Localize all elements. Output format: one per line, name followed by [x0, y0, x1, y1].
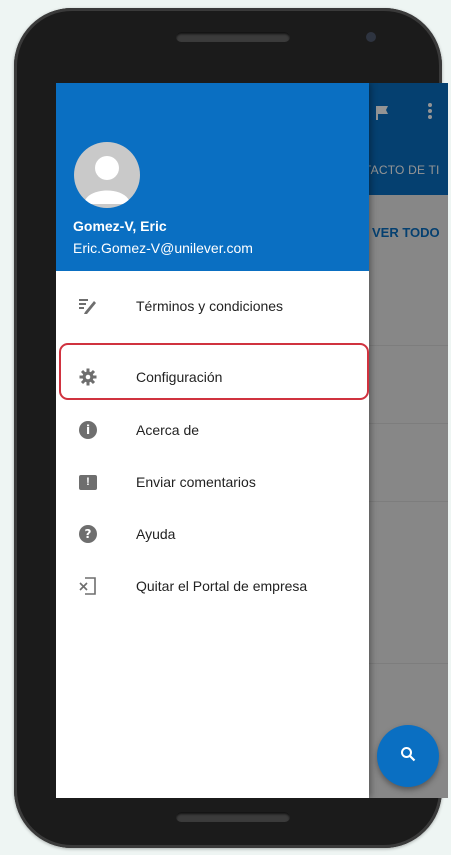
- drawer-item-label: Ayuda: [136, 526, 176, 542]
- feedback-icon: !: [78, 472, 98, 492]
- gear-icon: [78, 367, 98, 387]
- drawer-item-terms[interactable]: Términos y condiciones: [56, 283, 369, 329]
- avatar: [74, 142, 140, 208]
- drawer-item-label: Acerca de: [136, 422, 200, 438]
- front-camera: [366, 32, 376, 42]
- drawer-item-settings[interactable]: Configuración: [56, 354, 369, 400]
- phone-frame: TACTO DE TI VER TODO Gomez-V, Eric Eric.…: [14, 8, 448, 848]
- help-icon: ?: [78, 524, 98, 544]
- bottom-speaker: [176, 812, 290, 822]
- drawer-item-about[interactable]: i Acerca de: [56, 407, 369, 453]
- drawer-item-label: Configuración: [136, 369, 223, 385]
- earpiece-speaker: [176, 32, 290, 42]
- drawer-item-label: Enviar comentarios: [136, 474, 256, 490]
- remove-portal-icon: [78, 576, 98, 596]
- terms-edit-icon: [78, 296, 98, 316]
- user-email: Eric.Gomez-V@unilever.com: [73, 240, 253, 256]
- info-icon: i: [78, 420, 98, 440]
- drawer-item-feedback[interactable]: ! Enviar comentarios: [56, 459, 369, 505]
- drawer-item-remove-portal[interactable]: Quitar el Portal de empresa: [56, 563, 369, 609]
- drawer-item-label: Quitar el Portal de empresa: [136, 578, 308, 594]
- drawer-header: Gomez-V, Eric Eric.Gomez-V@unilever.com: [56, 83, 369, 271]
- search-fab-button[interactable]: [377, 725, 439, 787]
- search-icon: [400, 746, 416, 767]
- drawer-item-help[interactable]: ? Ayuda: [56, 511, 369, 557]
- avatar-placeholder-icon: [84, 156, 130, 204]
- drawer-item-label: Términos y condiciones: [136, 298, 284, 314]
- navigation-drawer: Gomez-V, Eric Eric.Gomez-V@unilever.com …: [56, 83, 369, 798]
- phone-screen: TACTO DE TI VER TODO Gomez-V, Eric Eric.…: [56, 83, 448, 798]
- user-name: Gomez-V, Eric: [73, 218, 167, 234]
